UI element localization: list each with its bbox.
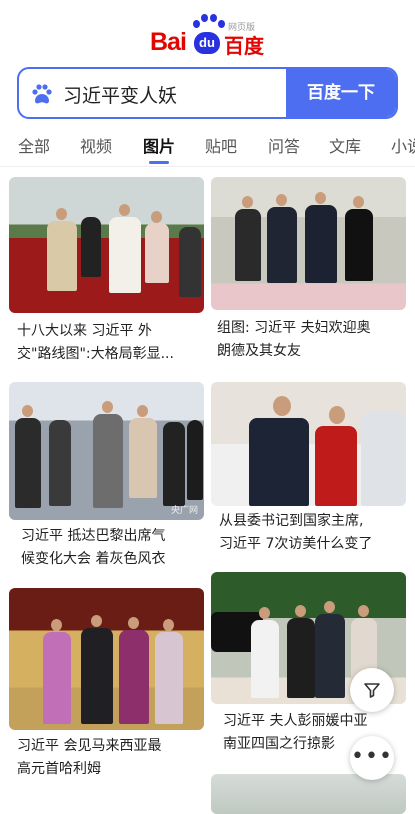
- result-image[interactable]: [211, 177, 406, 310]
- tab-all[interactable]: 全部: [18, 133, 50, 157]
- logo-badge-du: du: [194, 32, 220, 54]
- image-result[interactable]: 央广网 习近平 抵达巴黎出席气 候变化大会 着灰色风衣: [9, 382, 204, 577]
- result-caption[interactable]: 习近平 会见马来西亚最 高元首哈利姆: [17, 735, 207, 781]
- tab-qa[interactable]: 问答: [268, 133, 300, 157]
- result-caption[interactable]: 十八大以来 习近平 外 交"路线图":大格局彰显...: [17, 320, 207, 366]
- baidu-paw-icon: [32, 84, 52, 104]
- image-result[interactable]: 十八大以来 习近平 外 交"路线图":大格局彰显...: [9, 177, 204, 373]
- image-result[interactable]: 从县委书记到国家主席, 习近平 7次访美什么变了: [211, 382, 406, 577]
- watermark: 央广网: [170, 506, 198, 516]
- filter-button[interactable]: [350, 668, 394, 712]
- search-button[interactable]: 百度一下: [286, 69, 396, 117]
- result-image[interactable]: [9, 588, 204, 730]
- search-input[interactable]: 习近平变人妖: [63, 81, 177, 108]
- tab-images[interactable]: 图片: [143, 133, 175, 164]
- result-caption[interactable]: 组图: 习近平 夫妇欢迎奥 朗德及其女友: [217, 317, 409, 363]
- result-image[interactable]: [211, 382, 406, 506]
- image-result[interactable]: 习近平 会见马来西亚最 高元首哈利姆: [9, 588, 204, 788]
- filter-icon: [364, 683, 380, 698]
- tab-novel[interactable]: 小说: [391, 133, 415, 157]
- tab-video[interactable]: 视频: [80, 133, 112, 157]
- tab-tieba[interactable]: 贴吧: [205, 133, 237, 157]
- search-box[interactable]: 习近平变人妖 百度一下: [17, 67, 398, 119]
- baidu-logo[interactable]: Bai du 网页版 百度: [0, 8, 415, 58]
- result-image[interactable]: [9, 177, 204, 313]
- more-button[interactable]: •••: [350, 736, 394, 780]
- result-caption[interactable]: 习近平 抵达巴黎出席气 候变化大会 着灰色风衣: [21, 525, 207, 571]
- paw-icon: [191, 14, 225, 34]
- tabs-divider: [0, 166, 415, 167]
- result-image[interactable]: [211, 774, 406, 814]
- category-tabs: 全部 视频 图片 贴吧 问答 文库 小说: [0, 133, 415, 169]
- more-icon: •••: [351, 744, 393, 769]
- tab-wenku[interactable]: 文库: [329, 133, 361, 157]
- logo-text-bai: Bai: [150, 28, 187, 56]
- image-result[interactable]: 组图: 习近平 夫妇欢迎奥 朗德及其女友: [211, 177, 406, 373]
- logo-text-baidu: 百度: [224, 34, 264, 58]
- result-image[interactable]: 央广网: [9, 382, 204, 520]
- result-caption[interactable]: 从县委书记到国家主席, 习近平 7次访美什么变了: [219, 510, 411, 556]
